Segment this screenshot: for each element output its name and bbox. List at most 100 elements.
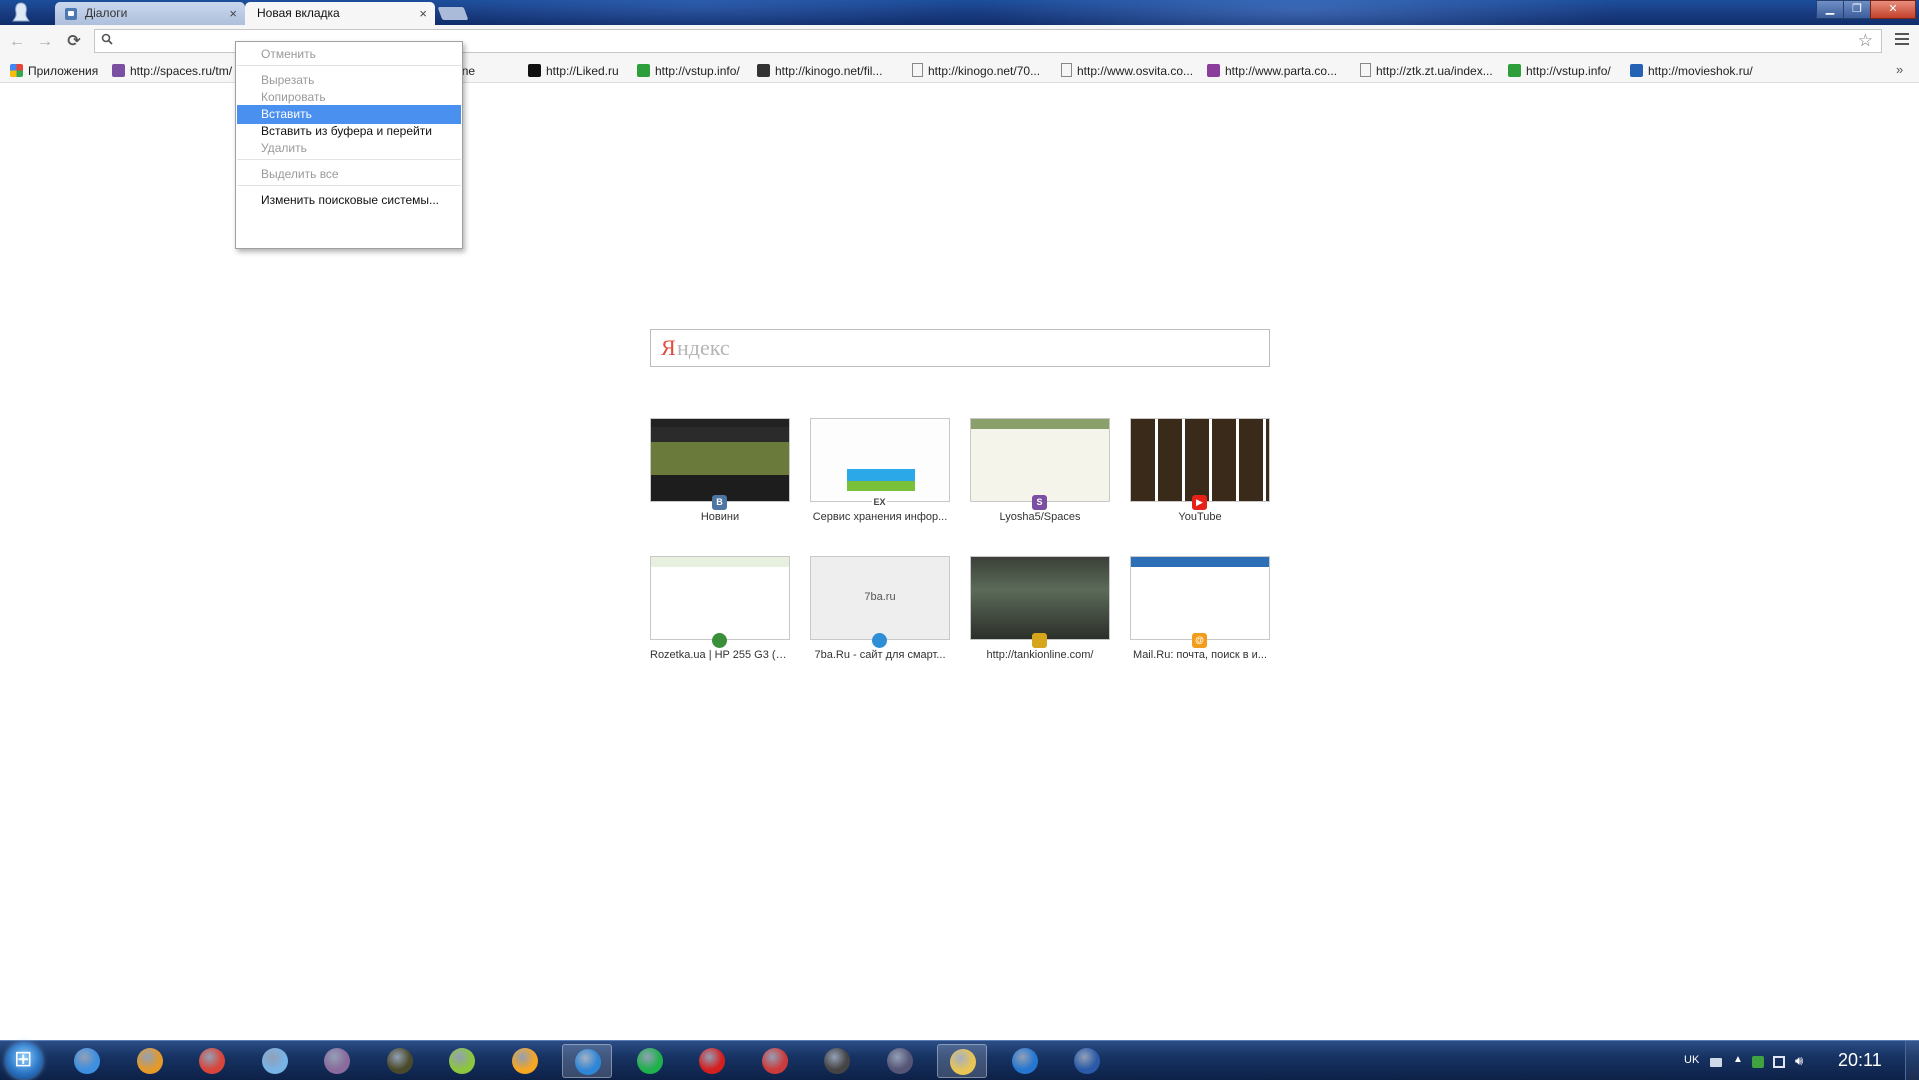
chrome-menu-icon[interactable]: [1895, 33, 1909, 47]
kinogo-icon: [757, 64, 770, 77]
taskbar-app[interactable]: [687, 1044, 737, 1078]
action-center-icon[interactable]: [1773, 1056, 1785, 1068]
bookmark-item[interactable]: http://www.parta.co...: [1207, 63, 1337, 79]
taskbar-app[interactable]: [1000, 1044, 1050, 1078]
bookmark-item[interactable]: http://vstup.info/: [1508, 63, 1611, 79]
phone-icon: [886, 1048, 913, 1074]
reload-icon[interactable]: ⟳: [65, 33, 83, 51]
menu-separator: [237, 65, 461, 66]
tile-title: http://tankionline.com/: [986, 649, 1094, 661]
taskbar-app[interactable]: [812, 1044, 862, 1078]
bookmark-item[interactable]: http://ztk.zt.ua/index...: [1360, 63, 1493, 79]
taskbar-app[interactable]: [125, 1044, 175, 1078]
clock[interactable]: 20:11: [1838, 1050, 1882, 1071]
bookmark-item[interactable]: http://movieshok.ru/: [1630, 63, 1753, 79]
apps-grid-icon: [10, 64, 23, 77]
bookmark-label: http://www.parta.co...: [1225, 64, 1338, 78]
most-visited-tile[interactable]: В Новини: [650, 418, 790, 528]
forward-arrow-icon[interactable]: →: [36, 33, 54, 51]
bookmark-item[interactable]: http://spaces.ru/tm/: [112, 63, 232, 79]
most-visited-tile[interactable]: ▶ YouTube: [1130, 418, 1270, 528]
spaces-s-icon: [112, 64, 125, 77]
back-arrow-icon[interactable]: ←: [8, 33, 26, 51]
start-button[interactable]: [6, 1043, 42, 1079]
taskbar-app[interactable]: [312, 1044, 362, 1078]
parta-icon: [1207, 64, 1220, 77]
volume-icon[interactable]: 🔊︎: [1795, 1053, 1807, 1068]
yandex-search-box[interactable]: Я ндекс: [650, 329, 1351, 367]
most-visited-tile[interactable]: Rozetka.ua | HP 255 G3 (K...: [650, 556, 790, 666]
close-tab-icon[interactable]: ×: [419, 2, 427, 25]
most-visited-tile[interactable]: S Lyosha5/Spaces: [970, 418, 1110, 528]
bookmark-item[interactable]: http://www.osvita.co...: [1061, 63, 1193, 79]
most-visited-tile[interactable]: http://tankionline.com/: [970, 556, 1110, 666]
taskbar-app[interactable]: [625, 1044, 675, 1078]
bookmarks-overflow-button[interactable]: »: [1896, 62, 1903, 77]
tile-thumbnail-text: 7ba.ru: [864, 591, 896, 603]
context-menu: Отменить Вырезать Копировать Вставить Встави…: [235, 41, 463, 249]
tile-title: 7ba.Ru - сайт для смарт...: [814, 649, 946, 661]
taskbar-app[interactable]: [62, 1044, 112, 1078]
taskbar-app[interactable]: [375, 1044, 425, 1078]
tile-title: Mail.Ru: почта, поиск в и...: [1133, 649, 1267, 661]
tab-label: Діалоги: [85, 6, 128, 20]
tab-dialogs[interactable]: Діалоги ×: [55, 2, 245, 25]
yandex-search-input[interactable]: [659, 333, 1351, 365]
most-visited-tile[interactable]: 7ba.ru 7ba.Ru - сайт для смарт...: [810, 556, 950, 666]
explorer-icon: [950, 1049, 976, 1075]
close-window-button[interactable]: ✕: [1870, 0, 1916, 19]
tile-thumbnail: [970, 418, 1110, 502]
download-icon: [761, 1048, 788, 1074]
spaces-s-icon: S: [1032, 495, 1047, 510]
rozetka-icon: [712, 633, 727, 648]
page-icon: [1360, 63, 1371, 77]
bookmark-label: http://kinogo.net/70...: [928, 64, 1041, 78]
youtube-icon: ▶: [1192, 495, 1207, 510]
network-tray-icon[interactable]: [1752, 1056, 1764, 1068]
taskbar-app[interactable]: [437, 1044, 487, 1078]
most-visited-tile[interactable]: EX Сервис хранения инфор...: [810, 418, 950, 528]
taskbar-app[interactable]: [750, 1044, 800, 1078]
new-tab-button[interactable]: [437, 7, 469, 20]
bookmark-label: http://vstup.info/: [1526, 64, 1611, 78]
tile-title: Lyosha5/Spaces: [999, 511, 1081, 523]
bookmark-item[interactable]: Приложения: [10, 63, 98, 79]
language-indicator[interactable]: UK: [1684, 1054, 1699, 1066]
menu-separator: [237, 185, 461, 186]
bookmark-item[interactable]: http://kinogo.net/70...: [912, 63, 1040, 79]
menu-separator: [237, 159, 461, 160]
taskbar-app[interactable]: [187, 1044, 237, 1078]
bookmark-item[interactable]: http://Liked.ru: [528, 63, 619, 79]
taskbar-app[interactable]: [937, 1044, 987, 1078]
maximize-button[interactable]: ❐: [1843, 0, 1871, 19]
page-icon: [912, 63, 923, 77]
tab-new-tab[interactable]: Новая вкладка ×: [245, 2, 435, 25]
close-tab-icon[interactable]: ×: [229, 2, 237, 25]
taskbar-app[interactable]: [250, 1044, 300, 1078]
show-desktop-button[interactable]: [1905, 1041, 1919, 1080]
context-menu-item[interactable]: Изменить поисковые системы...: [237, 191, 461, 210]
minimize-button[interactable]: ▁: [1816, 0, 1844, 19]
tile-title: YouTube: [1178, 511, 1222, 523]
tile-title: Rozetka.ua | HP 255 G3 (K...: [650, 649, 790, 661]
bookmark-label: http://spaces.ru/tm/: [130, 64, 233, 78]
a-icon: [636, 1048, 663, 1074]
most-visited-tile[interactable]: @ Mail.Ru: почта, поиск в и...: [1130, 556, 1270, 666]
tile-thumbnail: [810, 418, 950, 502]
bookmark-item[interactable]: http://kinogo.net/fil...: [757, 63, 882, 79]
taskbar-app[interactable]: [875, 1044, 925, 1078]
taskbar-app[interactable]: [500, 1044, 550, 1078]
taskbar-app[interactable]: [562, 1044, 612, 1078]
show-hidden-icons-icon[interactable]: ▲: [1733, 1054, 1745, 1066]
profile-avatar-icon[interactable]: [12, 2, 30, 22]
bookmark-label: http://ztk.zt.ua/index...: [1376, 64, 1493, 78]
bookmark-label: http://www.osvita.co...: [1077, 64, 1194, 78]
bookmark-star-icon[interactable]: ☆: [1858, 31, 1873, 51]
keyboard-icon[interactable]: [1710, 1058, 1722, 1067]
qip-icon: [1011, 1048, 1038, 1074]
tile-thumbnail-band: [847, 481, 915, 491]
bookmark-item[interactable]: http://vstup.info/: [637, 63, 740, 79]
bookmark-label: http://Liked.ru: [546, 64, 619, 78]
opera-icon: [699, 1048, 725, 1074]
taskbar-app[interactable]: [1062, 1044, 1112, 1078]
